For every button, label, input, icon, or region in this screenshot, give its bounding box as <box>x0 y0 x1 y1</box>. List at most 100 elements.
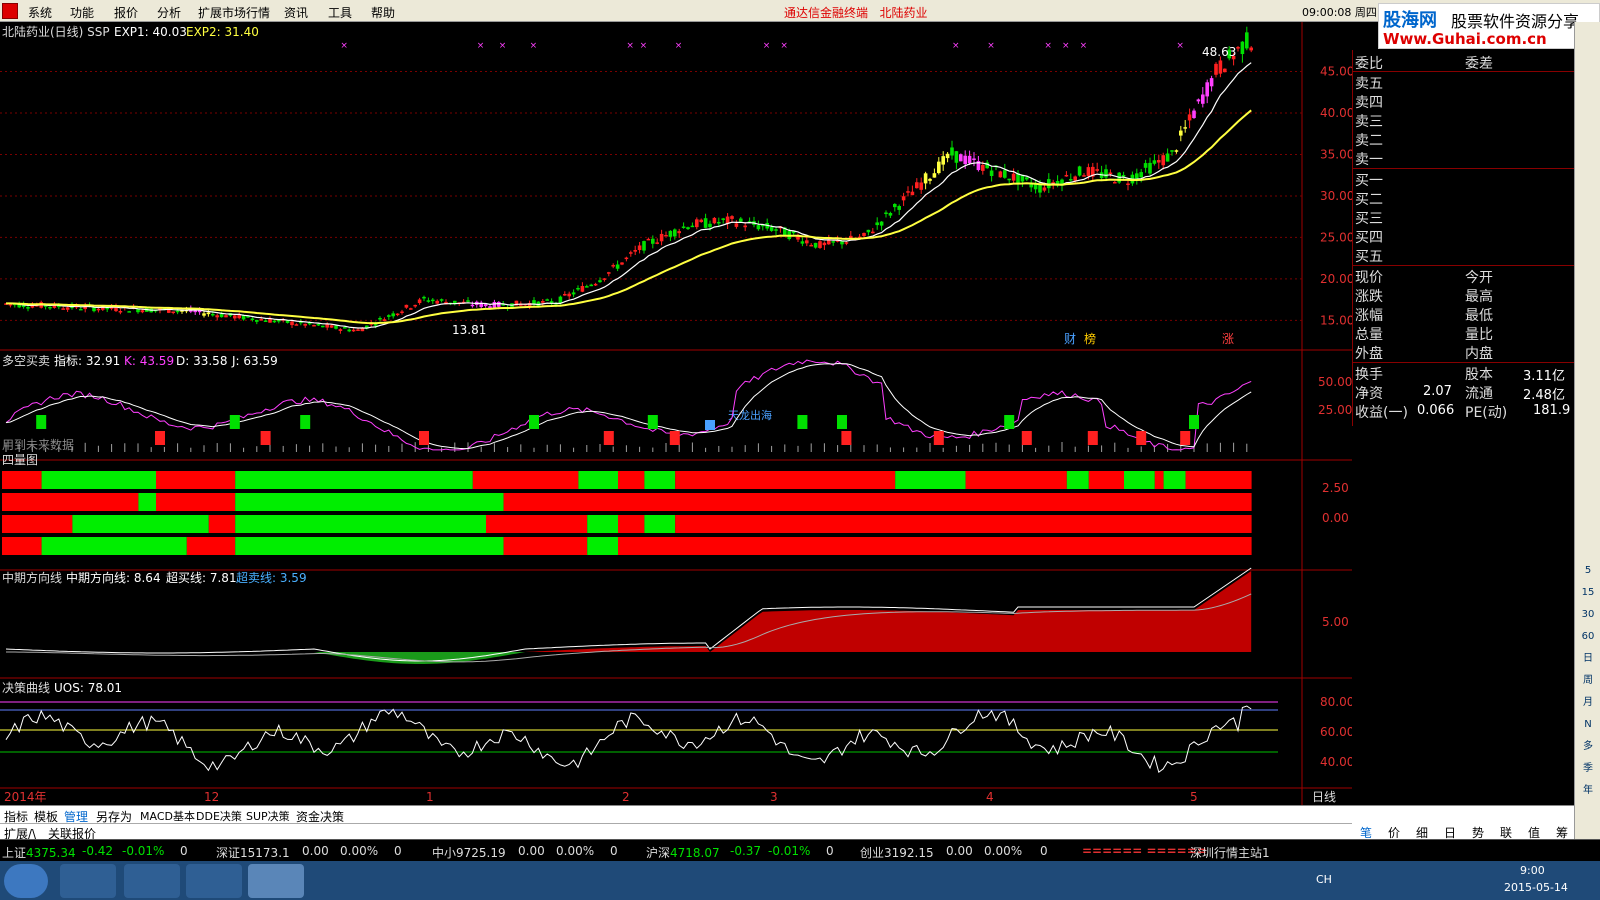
candle-body <box>356 329 360 331</box>
period-week[interactable]: 周 <box>1577 672 1599 690</box>
candle-body <box>840 241 844 245</box>
hs-index[interactable]: 沪深4718.07 <box>646 844 720 861</box>
candle-body <box>954 151 959 163</box>
volume-segment <box>41 537 187 555</box>
period-year[interactable]: 年 <box>1577 782 1599 800</box>
menu-system[interactable]: 系统 <box>28 4 52 21</box>
chart-area[interactable]: 45.0040.0035.0030.0025.0020.0015.00 × × × ×… <box>0 22 1352 805</box>
menu-quote[interactable]: 报价 <box>114 4 138 21</box>
time-label-3: 3 <box>770 790 778 804</box>
candle-body <box>347 329 351 332</box>
event-marker-icon: × <box>987 41 995 51</box>
candle-body <box>1095 169 1099 171</box>
volume-segment <box>587 537 618 555</box>
candle-body <box>211 313 215 316</box>
candle-body <box>290 321 294 326</box>
menu-extended-market[interactable]: 扩展市场行情 <box>198 4 270 21</box>
menu-analysis[interactable]: 分析 <box>157 4 181 21</box>
buy-signal-icon <box>797 415 808 429</box>
candle-body <box>585 286 589 288</box>
candle-body <box>435 300 439 304</box>
candle-body <box>1148 162 1152 174</box>
candle-body <box>906 191 910 193</box>
event-marker-icon: × <box>675 41 683 51</box>
candle-body <box>1135 173 1139 179</box>
candle-body <box>1249 47 1253 51</box>
ask-2: 卖二 <box>1355 133 1383 149</box>
panel4-title: 中期方向线 <box>2 570 62 585</box>
server-name[interactable]: 深圳行情主站1 <box>1190 844 1270 861</box>
tab-sup[interactable]: SUP决策 <box>246 808 290 824</box>
candle-body <box>1161 155 1165 166</box>
candle-body <box>655 242 659 244</box>
sz-index[interactable]: 深证15173.1 <box>216 844 290 861</box>
menu-function[interactable]: 功能 <box>70 4 94 21</box>
net-asset-value: 2.07 <box>1423 384 1452 399</box>
volume-segment <box>235 537 504 555</box>
period-5min[interactable]: 5 <box>1577 562 1599 580</box>
panel2-signal: 天龙出海 <box>728 408 772 422</box>
sell-signal-icon <box>419 431 429 445</box>
menu-tools[interactable]: 工具 <box>328 4 352 21</box>
low-label: 最低 <box>1465 308 1493 324</box>
candle-body <box>193 310 197 313</box>
period-season[interactable]: 季 <box>1577 760 1599 778</box>
taskbar-app-icon[interactable] <box>186 864 242 898</box>
cy-index[interactable]: 创业3192.15 <box>860 844 934 861</box>
candle-body <box>1245 32 1249 49</box>
tab-macd[interactable]: MACD基本 <box>140 808 195 824</box>
period-day[interactable]: 日 <box>1577 650 1599 668</box>
input-language[interactable]: CH <box>1316 873 1332 886</box>
tab-dde[interactable]: DDE决策 <box>196 808 242 824</box>
panel2-axis-50: 50.00 <box>1318 375 1352 389</box>
candle-body <box>651 238 655 244</box>
period-month[interactable]: 月 <box>1577 694 1599 712</box>
event-marker-icon: × <box>780 41 788 51</box>
event-marker-icon: × <box>1176 41 1184 51</box>
candle-body <box>391 313 395 317</box>
panel5-axis-60: 60.00 <box>1320 725 1352 739</box>
hs-pct: -0.01% <box>768 844 811 858</box>
volume-segment <box>587 515 618 533</box>
period-60min[interactable]: 60 <box>1577 628 1599 646</box>
panel3-axis-250: 2.50 <box>1322 481 1349 495</box>
sh-index[interactable]: 上证4375.34 <box>2 844 76 861</box>
index-status-bar: 上证4375.34 -0.42 -0.01% 0 深证15173.1 0.00 … <box>0 839 1600 861</box>
candle-body <box>1205 82 1209 97</box>
candle-body <box>1179 130 1183 136</box>
candle-body <box>1064 174 1069 177</box>
period-multi[interactable]: 多 <box>1577 738 1599 756</box>
app-logo-icon <box>2 3 18 19</box>
candle-body <box>470 304 475 307</box>
zx-index[interactable]: 中小9725.19 <box>432 844 506 861</box>
buy-signal-icon <box>36 415 47 429</box>
marker-rank: 榜 <box>1084 331 1096 346</box>
period-n[interactable]: N <box>1577 716 1599 734</box>
taskbar-tdx-icon[interactable] <box>248 864 304 898</box>
candle-body <box>1192 110 1196 119</box>
candle-body <box>272 320 277 323</box>
candle-body <box>998 171 1003 178</box>
candle-body <box>387 315 391 317</box>
period-label[interactable]: 日线 <box>1312 790 1336 804</box>
volume-segment <box>1185 471 1252 489</box>
candle-body <box>206 312 211 315</box>
candle-body <box>1082 175 1086 177</box>
candle-body <box>404 304 409 308</box>
menu-help[interactable]: 帮助 <box>371 4 395 21</box>
candle-body <box>593 283 598 286</box>
bid-2: 买二 <box>1355 192 1383 208</box>
period-15min[interactable]: 15 <box>1577 584 1599 602</box>
volume-segment <box>235 493 504 511</box>
taskbar-browser-icon[interactable] <box>124 864 180 898</box>
period-30min[interactable]: 30 <box>1577 606 1599 624</box>
ask-5: 卖五 <box>1355 76 1383 92</box>
ask-1: 卖一 <box>1355 152 1383 168</box>
panel2-title: 多空买卖 <box>2 354 50 368</box>
taskbar-explorer-icon[interactable] <box>60 864 116 898</box>
start-button-icon[interactable] <box>4 864 48 898</box>
candle-body <box>629 252 633 254</box>
menu-news[interactable]: 资讯 <box>284 4 308 21</box>
candle-body <box>316 323 321 326</box>
sell-signal-icon <box>1136 431 1147 445</box>
